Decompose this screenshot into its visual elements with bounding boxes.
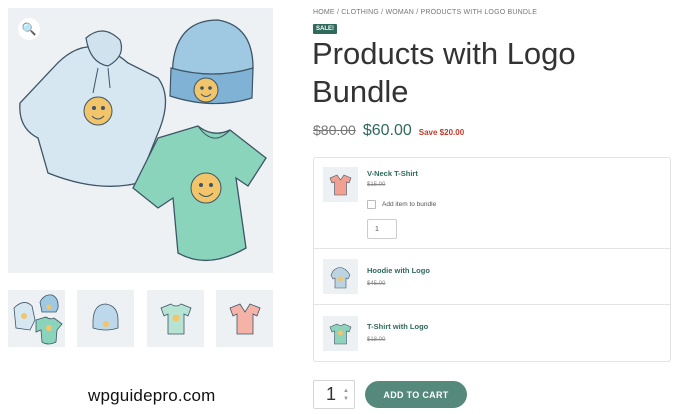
zoom-button[interactable]: 🔍 xyxy=(18,18,40,40)
save-amount: Save $20.00 xyxy=(418,128,465,137)
hoodie-thumb-illustration xyxy=(330,267,351,289)
bundle-item-price: $45.00 xyxy=(367,281,386,287)
regular-price: $80.00 xyxy=(313,122,356,138)
sale-price: $60.00 xyxy=(362,122,412,139)
product-bundle-illustration xyxy=(19,19,267,262)
bundle-item-thumbnail[interactable] xyxy=(323,316,358,351)
bundle-item-v-neck: V-Neck T-Shirt $15.00 Add item to bundle… xyxy=(314,158,670,248)
beanie-thumb-illustration xyxy=(92,303,119,331)
bundle-thumb-illustration xyxy=(13,294,63,345)
bundle-item-t-shirt: T-Shirt with Logo $18.00 xyxy=(314,304,670,361)
sale-badge: SALE! xyxy=(313,24,337,34)
magnifier-icon: 🔍 xyxy=(21,22,37,36)
chevron-up-icon[interactable]: ▲ xyxy=(343,387,349,395)
v-neck-thumb-illustration xyxy=(329,174,352,196)
thumbnail-v-neck[interactable] xyxy=(215,290,273,347)
bundle-item-name[interactable]: V-Neck T-Shirt xyxy=(367,169,418,178)
thumbnail-bundle[interactable] xyxy=(8,290,65,347)
bundle-item-thumbnail[interactable] xyxy=(323,167,358,202)
quantity-stepper[interactable]: ▲ ▼ xyxy=(343,387,349,403)
bundle-items: V-Neck T-Shirt $15.00 Add item to bundle… xyxy=(313,157,671,362)
bundle-item-name[interactable]: Hoodie with Logo xyxy=(367,266,430,275)
add-to-bundle-checkbox[interactable] xyxy=(367,200,376,209)
bundle-item-price: $15.00 xyxy=(367,182,386,188)
t-shirt-thumb-illustration xyxy=(329,323,352,345)
bundle-item-thumbnail[interactable] xyxy=(323,259,358,294)
breadcrumb[interactable]: HOME / CLOTHING / WOMAN / PRODUCTS WITH … xyxy=(313,9,537,16)
price-line: $80.00 $60.00 Save $20.00 xyxy=(313,122,464,140)
bundle-item-quantity[interactable]: 1 xyxy=(367,219,397,239)
quantity-value: 1 xyxy=(326,384,337,404)
thumbnail-beanie[interactable] xyxy=(77,290,135,347)
site-watermark: wpguidepro.com xyxy=(88,386,216,405)
product-title: Products with Logo Bundle xyxy=(312,36,576,109)
thumbnail-t-shirt[interactable] xyxy=(146,290,204,347)
bundle-item-hoodie: Hoodie with Logo $45.00 xyxy=(314,248,670,304)
add-to-bundle-label[interactable]: Add item to bundle xyxy=(382,201,436,208)
add-to-cart-button[interactable]: ADD TO CART xyxy=(365,381,467,408)
quantity-input[interactable]: 1 ▲ ▼ xyxy=(313,380,355,409)
bundle-item-price: $18.00 xyxy=(367,337,386,343)
v-neck-thumb-illustration xyxy=(229,303,261,335)
t-shirt-thumb-illustration xyxy=(160,303,192,335)
chevron-down-icon[interactable]: ▼ xyxy=(343,395,349,403)
bundle-item-name[interactable]: T-Shirt with Logo xyxy=(367,322,428,331)
gallery-thumbnails xyxy=(8,290,273,348)
product-main-image[interactable]: 🔍 xyxy=(8,8,273,273)
